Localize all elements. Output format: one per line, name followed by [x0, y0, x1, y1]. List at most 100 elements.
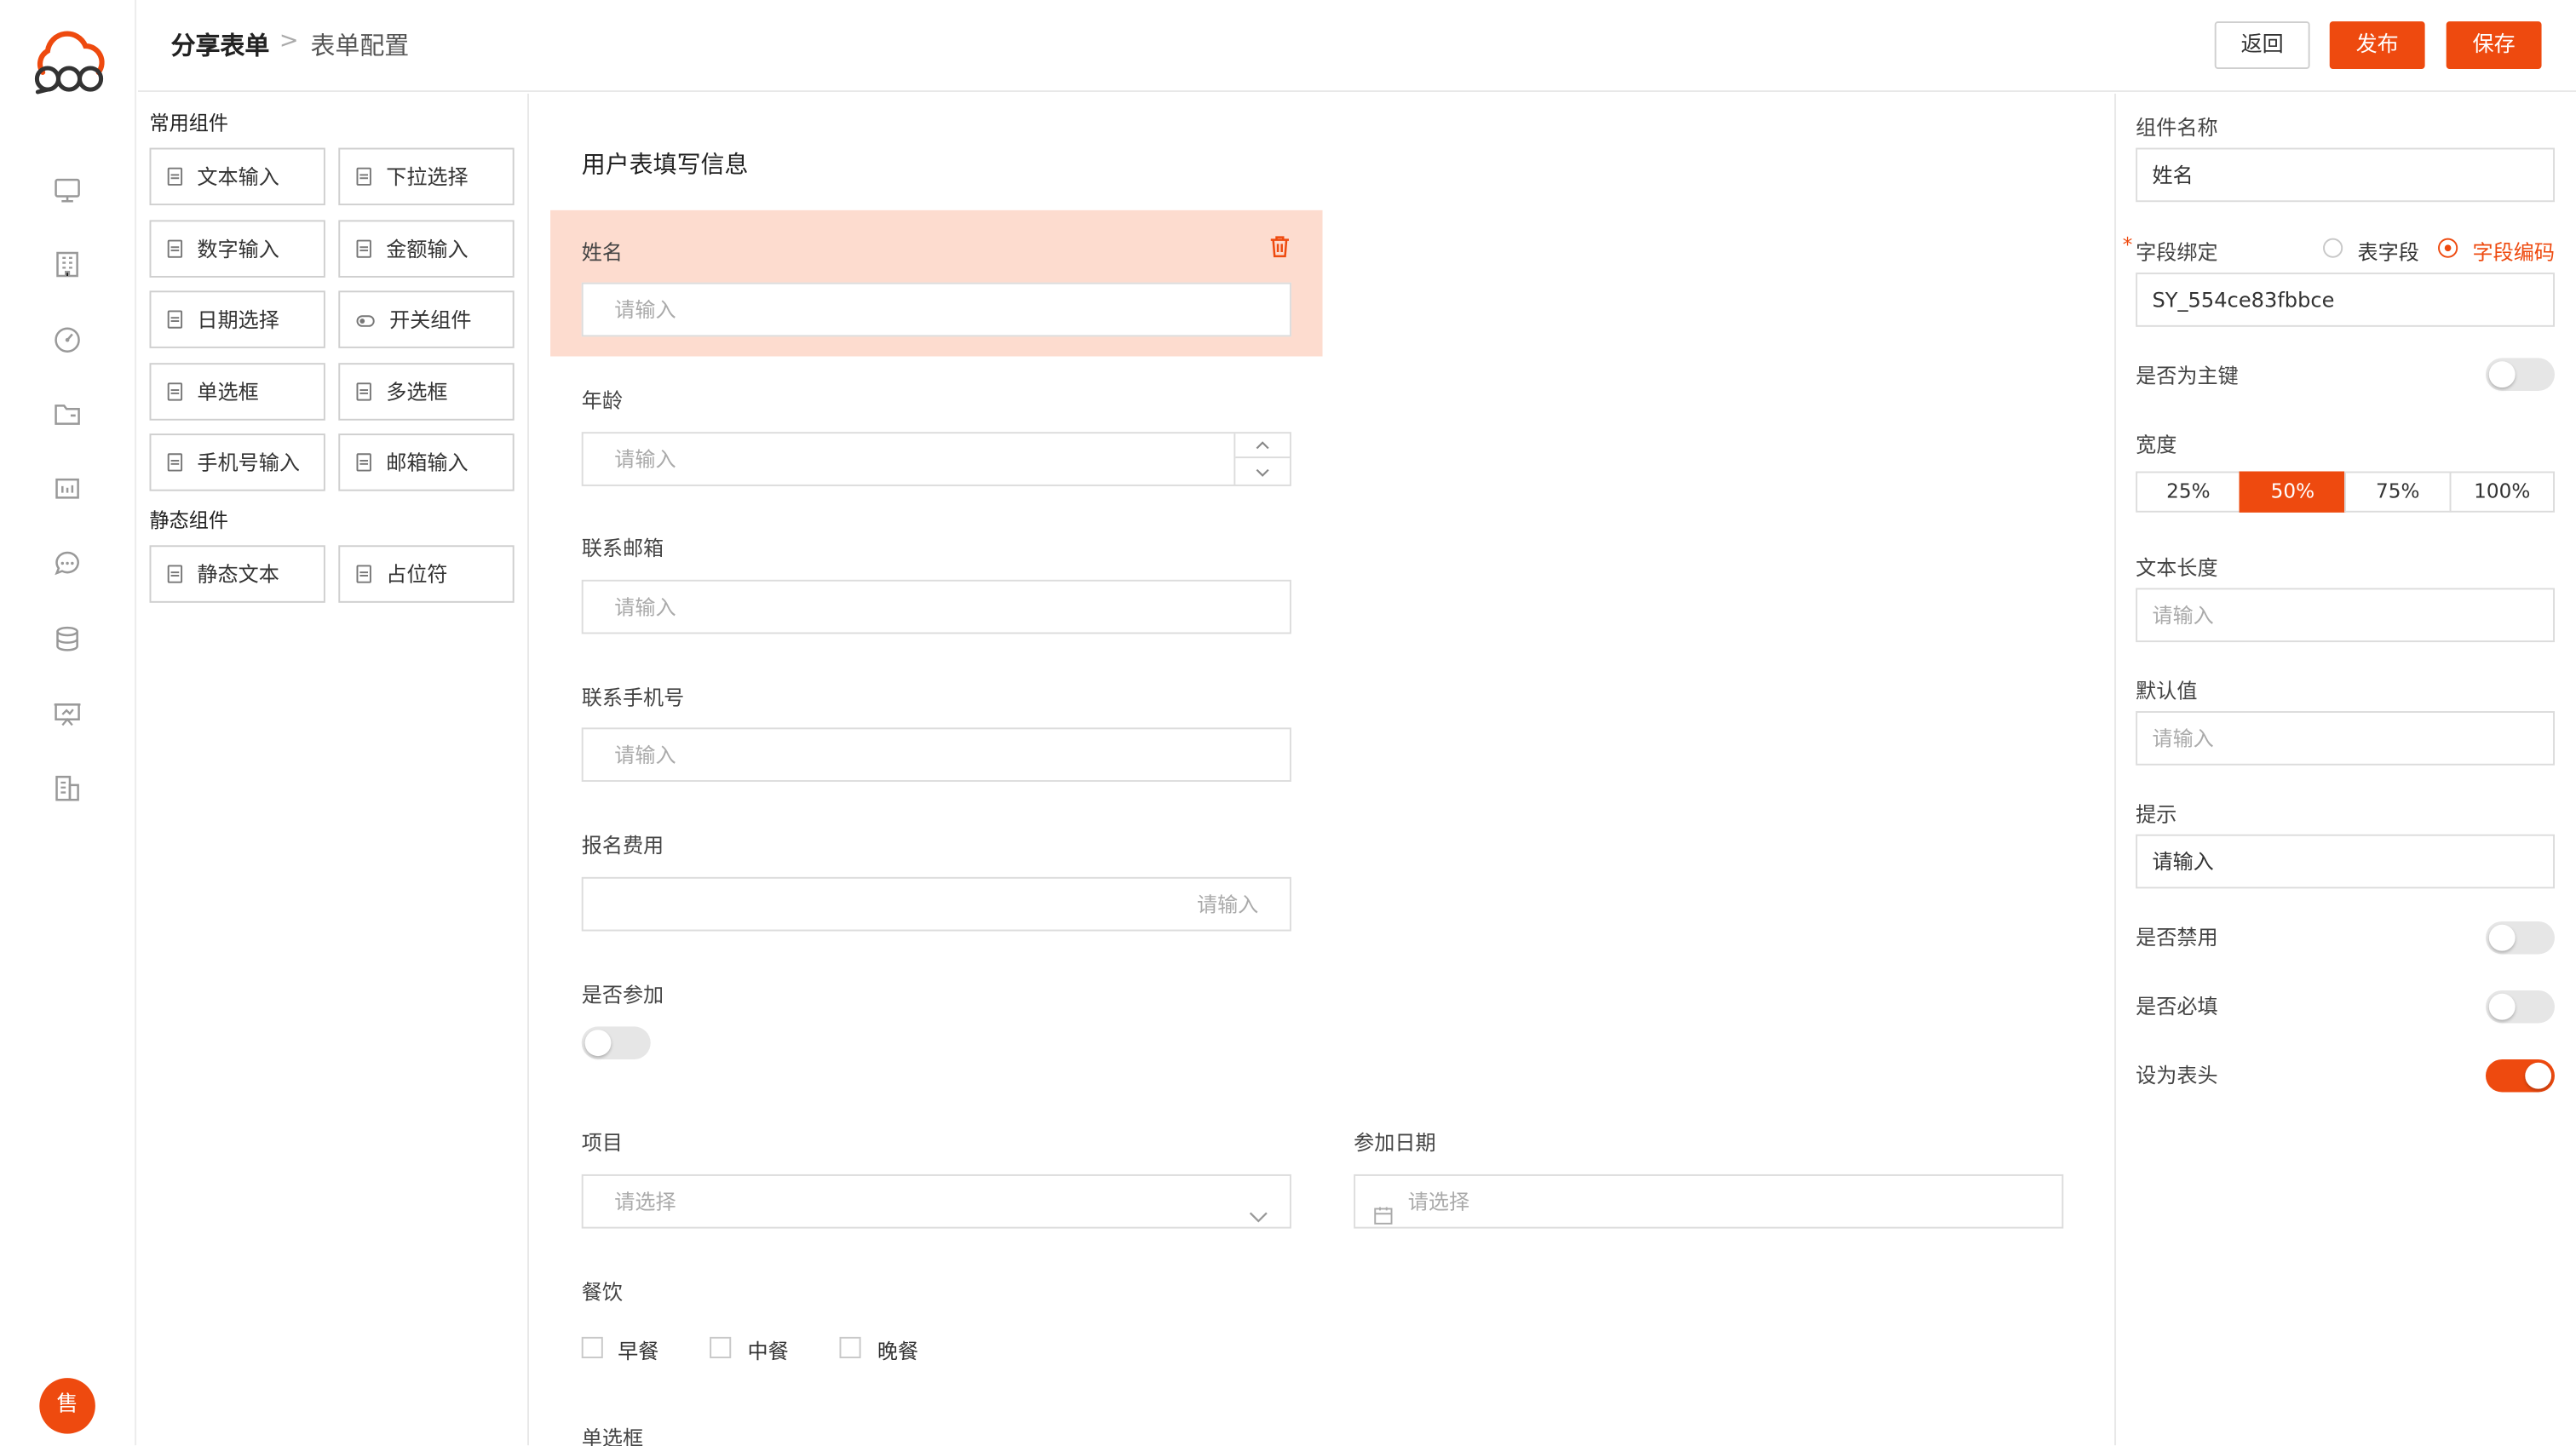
component-switch[interactable]: 开关组件	[338, 290, 515, 348]
name-input[interactable]: 请输入	[581, 282, 1291, 337]
calendar-icon	[1373, 1192, 1393, 1225]
trash-icon[interactable]	[1267, 233, 1293, 260]
chevron-up-icon[interactable]	[1235, 433, 1290, 459]
component-name-input[interactable]: 姓名	[2136, 147, 2555, 203]
toggle-knob	[2488, 924, 2516, 951]
default-value-input[interactable]: 请输入	[2136, 711, 2555, 766]
width-label: 宽度	[2136, 432, 2177, 457]
component-label: 数字输入	[197, 236, 279, 261]
field-binding-label: 字段绑定	[2136, 239, 2218, 265]
required-toggle[interactable]	[2485, 990, 2555, 1024]
top-header	[138, 0, 2576, 93]
component-dropdown[interactable]: 下拉选择	[338, 147, 515, 206]
component-label: 下拉选择	[386, 164, 469, 189]
hint-input[interactable]: 请输入	[2136, 834, 2555, 889]
checkbox-breakfast[interactable]	[581, 1336, 603, 1358]
presentation-icon[interactable]	[51, 698, 84, 732]
primary-key-toggle[interactable]	[2485, 358, 2555, 392]
component-radio[interactable]: 单选框	[149, 363, 325, 421]
publish-button[interactable]: 发布	[2329, 21, 2425, 70]
radio-table-field[interactable]	[2323, 238, 2343, 258]
set-header-label: 设为表头	[2136, 1062, 2218, 1087]
document-icon	[356, 239, 371, 258]
width-option-75[interactable]: 75%	[2344, 471, 2452, 513]
dashboard-icon[interactable]	[51, 473, 84, 506]
field-label-age: 年龄	[581, 387, 623, 413]
phone-input[interactable]: 请输入	[581, 727, 1291, 783]
project-placeholder: 请选择	[614, 1189, 676, 1214]
component-phone-input[interactable]: 手机号输入	[149, 433, 325, 491]
folder-icon[interactable]	[51, 398, 84, 431]
office-icon[interactable]	[51, 772, 84, 805]
component-checkbox[interactable]: 多选框	[338, 363, 515, 421]
component-placeholder[interactable]: 占位符	[338, 545, 515, 603]
age-number-input[interactable]: 请输入	[581, 432, 1291, 486]
component-label: 文本输入	[197, 164, 279, 189]
component-amount-input[interactable]: 金额输入	[338, 220, 515, 278]
document-icon	[356, 453, 371, 472]
field-label-name: 姓名	[581, 239, 623, 265]
component-email-input[interactable]: 邮箱输入	[338, 433, 515, 491]
width-option-25[interactable]: 25%	[2136, 471, 2241, 513]
toggle-icon	[356, 315, 375, 327]
document-icon	[356, 167, 371, 186]
gauge-icon[interactable]	[51, 324, 84, 357]
field-label-fee: 报名费用	[581, 832, 664, 858]
project-select[interactable]: 请选择	[581, 1173, 1291, 1229]
user-avatar[interactable]: 售	[39, 1378, 95, 1434]
checkbox-dinner[interactable]	[839, 1336, 861, 1358]
default-value-label: 默认值	[2136, 678, 2198, 703]
component-static-text[interactable]: 静态文本	[149, 545, 325, 603]
width-option-100[interactable]: 100%	[2449, 471, 2555, 513]
breadcrumb-root[interactable]: 分享表单	[171, 28, 270, 63]
set-header-toggle[interactable]	[2485, 1059, 2555, 1093]
toggle-knob	[2488, 361, 2516, 388]
disabled-toggle[interactable]	[2485, 921, 2555, 955]
field-code-input[interactable]: SY_554ce83fbbce	[2136, 273, 2555, 327]
component-label: 占位符	[386, 561, 448, 587]
document-icon	[167, 382, 183, 401]
database-icon[interactable]	[51, 623, 84, 656]
fee-amount-input[interactable]: 请输入	[581, 876, 1291, 932]
email-input[interactable]: 请输入	[581, 579, 1291, 634]
text-length-input[interactable]: 请输入	[2136, 588, 2555, 643]
component-name-label: 组件名称	[2136, 115, 2218, 140]
document-icon	[167, 239, 183, 258]
field-label-phone: 联系手机号	[581, 685, 685, 710]
save-button[interactable]: 保存	[2446, 21, 2542, 70]
component-number-input[interactable]: 数字输入	[149, 220, 325, 278]
width-option-50[interactable]: 50%	[2239, 471, 2347, 513]
monitor-icon[interactable]	[51, 174, 84, 207]
chevron-down-icon	[1247, 1192, 1270, 1223]
field-label-attend: 是否参加	[581, 982, 664, 1007]
number-stepper	[1233, 433, 1290, 485]
radio-label-table-field: 表字段	[2357, 239, 2419, 265]
breadcrumb-current: 表单配置	[310, 31, 410, 61]
date-picker-input[interactable]: 请选择	[1354, 1173, 2064, 1229]
required-mark: *	[2122, 232, 2133, 256]
component-label: 手机号输入	[197, 450, 300, 475]
chat-icon[interactable]	[51, 547, 84, 580]
chevron-down-icon[interactable]	[1235, 460, 1290, 485]
radio-field-code[interactable]	[2438, 238, 2458, 258]
disabled-label: 是否禁用	[2136, 924, 2218, 950]
toggle-knob	[584, 1030, 612, 1057]
component-label: 金额输入	[386, 236, 469, 261]
component-date-picker[interactable]: 日期选择	[149, 290, 325, 348]
back-button[interactable]: 返回	[2214, 21, 2310, 70]
age-placeholder: 请输入	[614, 446, 676, 472]
text-length-label: 文本长度	[2136, 554, 2218, 580]
checkbox-lunch[interactable]	[710, 1336, 732, 1358]
document-icon	[167, 167, 183, 186]
app-root: 售 分享表单 > 表单配置 返回 发布 保存 常用组件 文本输入 下拉选择 数字…	[0, 0, 2576, 1446]
checkbox-label-breakfast: 早餐	[618, 1338, 659, 1363]
toggle-knob	[2525, 1062, 2552, 1089]
component-text-input[interactable]: 文本输入	[149, 147, 325, 206]
document-icon	[167, 565, 183, 583]
component-label: 日期选择	[197, 307, 279, 332]
logo-icon	[23, 30, 112, 99]
breadcrumb-separator-icon: >	[279, 27, 299, 55]
attend-toggle[interactable]	[581, 1026, 651, 1059]
building-icon[interactable]	[51, 248, 84, 281]
primary-key-label: 是否为主键	[2136, 363, 2239, 388]
